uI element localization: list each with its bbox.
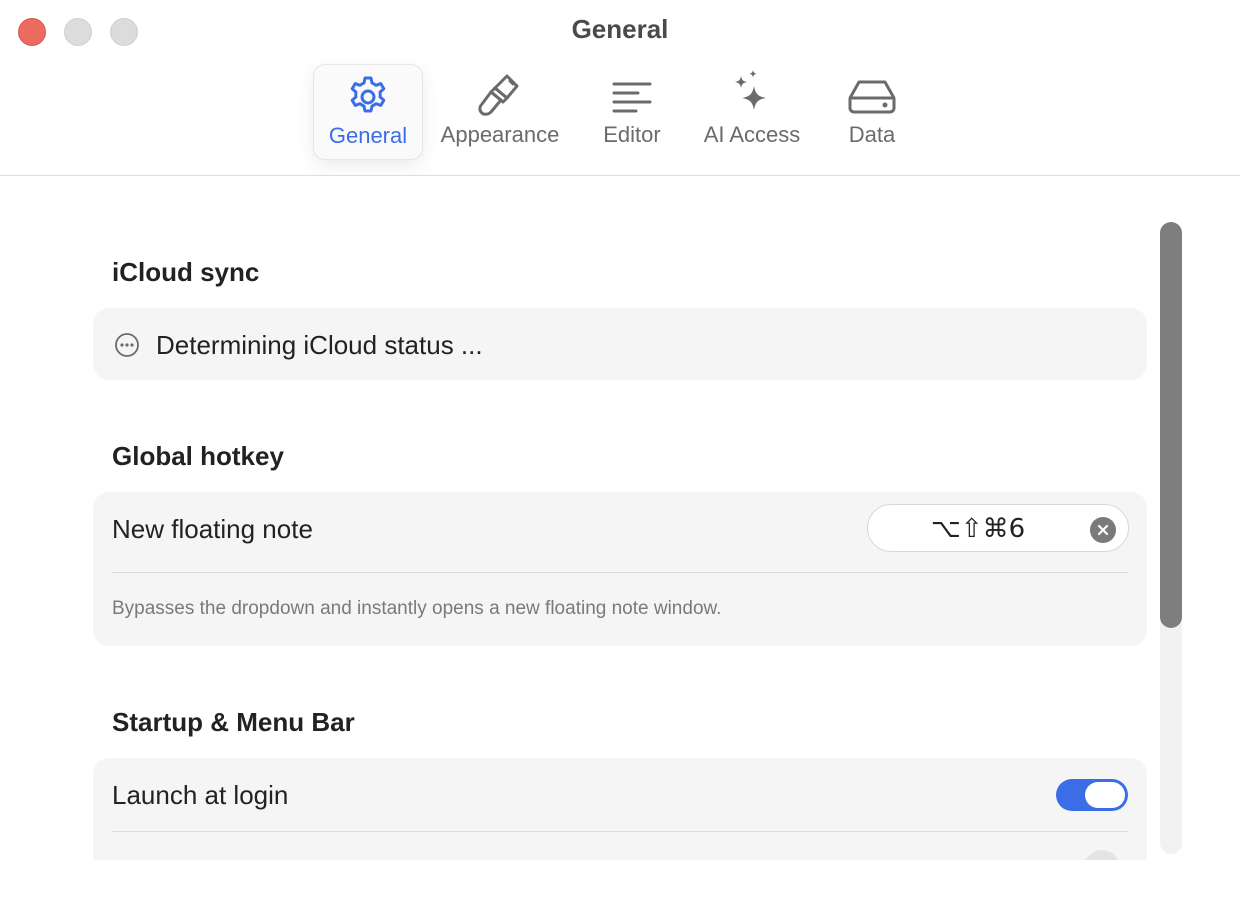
- text-align-icon: [604, 70, 660, 118]
- tab-appearance[interactable]: Appearance: [423, 64, 577, 160]
- close-icon: [1097, 524, 1109, 536]
- icloud-status-text: Determining iCloud status ...: [156, 330, 483, 360]
- drive-icon: [844, 70, 900, 118]
- ellipsis-circle-icon: [114, 332, 140, 358]
- section-title-icloud: iCloud sync: [112, 257, 260, 287]
- tab-ai-access-label: AI Access: [703, 122, 801, 147]
- toggle-knob: [1085, 782, 1125, 808]
- hotkey-shortcut-value: ⌥⇧⌘6: [930, 514, 1026, 544]
- tab-general-label: General: [328, 123, 408, 148]
- gear-icon: [340, 71, 396, 119]
- window-titlebar: General General Appearance Editor AI Acc…: [0, 0, 1240, 176]
- icloud-status-card: Determining iCloud status ...: [93, 308, 1147, 380]
- tab-data-label: Data: [848, 122, 896, 147]
- hotkey-hint-text: Bypasses the dropdown and instantly open…: [112, 598, 722, 619]
- divider: [112, 831, 1128, 832]
- launch-at-login-label: Launch at login: [112, 780, 289, 810]
- settings-tab-bar: General Appearance Editor AI Access Data: [313, 64, 927, 160]
- settings-content: iCloud sync Determining iCloud status ..…: [0, 176, 1240, 860]
- window-title: General: [571, 14, 669, 44]
- tab-general[interactable]: General: [313, 64, 423, 160]
- tab-appearance-label: Appearance: [440, 122, 560, 147]
- divider: [112, 572, 1128, 573]
- new-floating-note-label: New floating note: [112, 514, 313, 544]
- section-title-startup: Startup & Menu Bar: [112, 707, 355, 737]
- tab-ai-access[interactable]: AI Access: [687, 64, 817, 160]
- sparkles-icon: [724, 70, 780, 118]
- section-title-hotkey: Global hotkey: [112, 441, 284, 471]
- tab-editor[interactable]: Editor: [577, 64, 687, 160]
- launch-at-login-toggle[interactable]: [1056, 779, 1128, 811]
- hotkey-recorder-field[interactable]: ⌥⇧⌘6: [867, 504, 1129, 552]
- tab-editor-label: Editor: [603, 122, 661, 147]
- startup-card: Launch at login: [93, 758, 1147, 860]
- paintbrush-icon: [472, 70, 528, 118]
- tab-data[interactable]: Data: [817, 64, 927, 160]
- scrollbar-thumb[interactable]: [1160, 222, 1182, 628]
- hotkey-card: New floating note ⌥⇧⌘6 Bypasses the drop…: [93, 492, 1147, 646]
- clear-hotkey-button[interactable]: [1090, 517, 1116, 543]
